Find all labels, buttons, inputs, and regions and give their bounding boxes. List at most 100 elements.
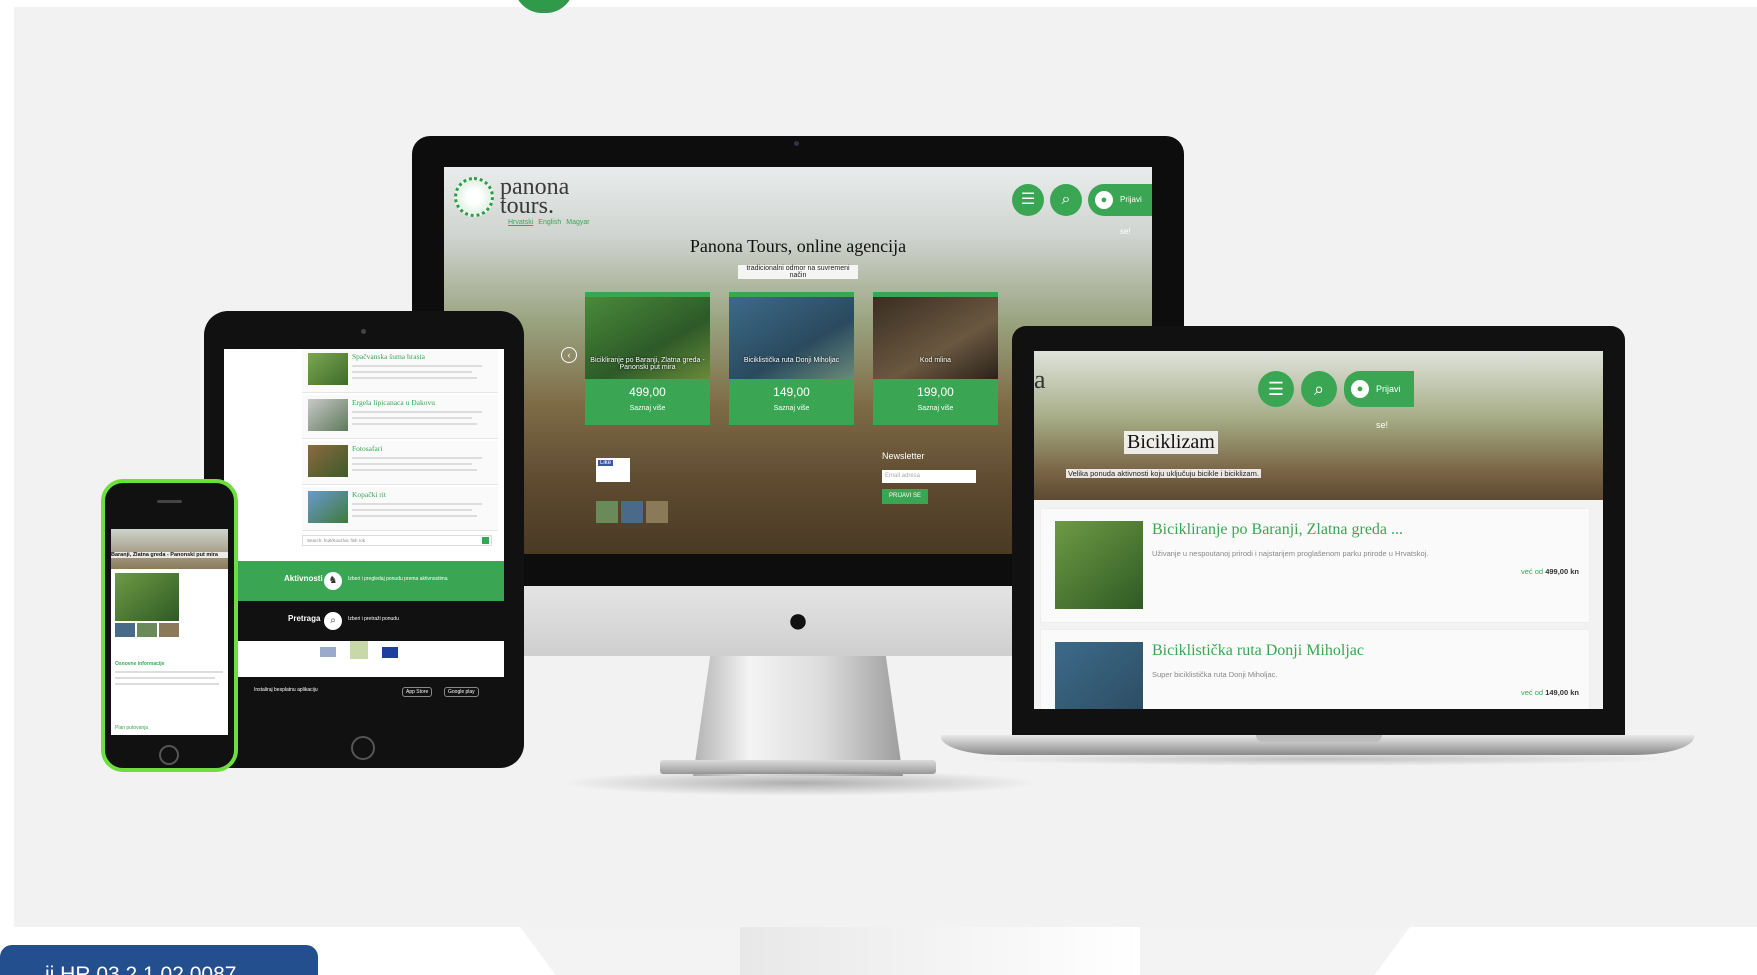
iphone-device: Baranji, Zlatna greda - Panonski put mir… <box>101 479 238 772</box>
list-icon: ☰ <box>1020 191 1036 208</box>
user-icon: ● <box>1095 191 1113 209</box>
ipad-camera <box>361 329 366 334</box>
item-title[interactable]: Spačvanska šuma hrasta <box>352 352 425 361</box>
login-label: Prijavi se! <box>1120 195 1142 236</box>
activities-text: Izberi i pregledaj ponudu prema aktivnos… <box>348 576 448 582</box>
list-item[interactable]: Fotosafari <box>302 441 498 485</box>
chevron-left-icon: ‹ <box>567 350 571 360</box>
phone-thumb[interactable] <box>137 623 157 637</box>
login-label: Prijavi se! <box>1376 384 1401 430</box>
brand-fragment: a <box>1034 365 1046 394</box>
gallery-thumb[interactable] <box>646 501 668 523</box>
showcase-stage: panona tours. Hrvatski English Magyar ☰ … <box>0 0 1757 975</box>
offer-card[interactable]: Biciklistička ruta Donji Miholjac 149,00… <box>729 292 854 425</box>
apple-logo-icon: ● <box>787 599 809 640</box>
ipad-home-button <box>351 736 375 760</box>
item-title[interactable]: Ergela lipicanaca u Đakovu <box>352 398 435 407</box>
gallery-thumb[interactable] <box>596 501 618 523</box>
login-button[interactable]: ● Prijavi se! <box>1344 371 1414 430</box>
iphone-home-button <box>159 745 179 765</box>
phone-main-photo <box>115 573 179 621</box>
list-item[interactable]: Ergela lipicanaca u Đakovu <box>302 395 498 439</box>
item-description: Super biciklistička ruta Donji Miholjac. <box>1152 670 1278 679</box>
search-placeholder: Search: fruit/Kouzlvic fish rok <box>307 538 366 543</box>
list-item[interactable]: Biciklistička ruta Donji Miholjac Super … <box>1040 629 1590 709</box>
text-line <box>115 677 215 679</box>
facebook-widget[interactable]: Like <box>596 458 630 482</box>
offer-more-link[interactable]: Saznaj više <box>729 405 854 412</box>
newsletter-email-input[interactable]: Email adresa <box>882 470 976 483</box>
macbook-notch <box>1256 735 1382 742</box>
offer-price: 149,00 <box>773 385 810 399</box>
item-price: već od 499,00 kn <box>1521 567 1579 576</box>
phone-hero-title: Baranji, Zlatna greda - Panonski put mir… <box>111 552 228 558</box>
text-line <box>352 503 482 505</box>
item-thumbnail <box>308 445 348 477</box>
app-store-button[interactable]: App Store <box>402 687 433 697</box>
brand-name: panona tours. <box>500 175 569 218</box>
text-line <box>115 671 223 673</box>
search-button[interactable]: ⌕ <box>1301 371 1337 407</box>
app-footer: Instaliraj besplatnu aplikaciju App Stor… <box>224 677 504 721</box>
google-play-button[interactable]: Google play <box>444 687 479 697</box>
macbook-website-view: a ☰ ⌕ ● Prijavi se! Biciklizam Velika po… <box>1034 351 1603 709</box>
price-prefix: već od <box>1520 688 1544 697</box>
text-line <box>352 417 472 419</box>
menu-button[interactable]: ☰ <box>1012 184 1044 216</box>
offer-price: 199,00 <box>917 385 954 399</box>
iphone-website-view: Baranji, Zlatna greda - Panonski put mir… <box>111 521 228 735</box>
offer-card[interactable]: Bicikliranje po Baranji, Zlatna greda - … <box>585 292 710 425</box>
menu-button[interactable]: ☰ <box>1258 371 1294 407</box>
item-title[interactable]: Kopački rit <box>352 490 386 499</box>
offer-caption: Kod mlina <box>919 357 952 364</box>
hero-title: Panona Tours, online agencija <box>689 236 907 256</box>
text-line <box>352 365 482 367</box>
offer-price: 499,00 <box>629 385 666 399</box>
text-line <box>352 371 472 373</box>
hero-subtitle: tradicionalni odmor na suvremeni način <box>738 265 858 279</box>
offer-card[interactable]: Kod mlina 199,00 Saznaj više <box>873 292 998 425</box>
item-title[interactable]: Biciklistička ruta Donji Miholjac <box>1152 642 1364 660</box>
item-thumbnail <box>308 353 348 385</box>
phone-thumb[interactable] <box>159 623 179 637</box>
list-item[interactable]: Bicikliranje po Baranji, Zlatna greda ..… <box>1040 508 1590 623</box>
carousel-prev-button[interactable]: ‹ <box>561 347 577 363</box>
panona-logo-icon <box>454 177 494 217</box>
user-icon: ● <box>1351 380 1369 398</box>
login-button[interactable]: ● Prijavi se! <box>1088 184 1152 236</box>
like-button[interactable]: Like <box>598 460 614 466</box>
list-item[interactable]: Spačvanska šuma hrasta <box>302 349 498 393</box>
text-line <box>352 463 472 465</box>
lang-en[interactable]: English <box>538 219 561 226</box>
search-band-label: Pretraga <box>288 614 321 623</box>
newsletter-submit-button[interactable]: PRIJAVI SE <box>882 489 928 504</box>
activities-band[interactable]: Aktivnosti ♞ Izberi i pregledaj ponudu p… <box>224 561 504 601</box>
search-submit-button[interactable] <box>482 537 489 544</box>
search-input[interactable]: Search: fruit/Kouzlvic fish rok <box>302 535 492 546</box>
top-green-tab <box>514 0 574 13</box>
search-button[interactable]: ⌕ <box>1050 184 1082 216</box>
text-line <box>352 423 477 425</box>
imac-camera <box>794 141 799 146</box>
item-thumbnail <box>1055 642 1143 709</box>
text-line <box>352 457 482 459</box>
phone-hero: Baranji, Zlatna greda - Panonski put mir… <box>111 529 228 569</box>
activities-label: Aktivnosti <box>284 574 323 583</box>
gallery-thumb[interactable] <box>621 501 643 523</box>
list-item[interactable]: Kopački rit <box>302 487 498 531</box>
price-currency: kn <box>1570 688 1579 697</box>
ipad-website-view: Spačvanska šuma hrasta Ergela lipicanaca… <box>224 349 504 721</box>
search-band[interactable]: Pretraga ⌕ Izberi i pretraži ponudu <box>224 601 504 641</box>
price-prefix: već od <box>1520 567 1544 576</box>
language-switcher: Hrvatski English Magyar <box>508 219 590 226</box>
item-title[interactable]: Fotosafari <box>352 444 382 453</box>
item-title[interactable]: Bicikliranje po Baranji, Zlatna greda ..… <box>1152 521 1403 539</box>
offer-more-link[interactable]: Saznaj više <box>873 405 998 412</box>
phone-thumb[interactable] <box>115 623 135 637</box>
panona-logo[interactable]: panona tours. <box>454 175 569 218</box>
lang-hr[interactable]: Hrvatski <box>508 219 533 226</box>
partner-logo <box>320 647 336 657</box>
offer-more-link[interactable]: Saznaj više <box>585 405 710 412</box>
phone-plan-link[interactable]: Plan putovanja <box>115 725 148 731</box>
lang-hu[interactable]: Magyar <box>566 219 589 226</box>
